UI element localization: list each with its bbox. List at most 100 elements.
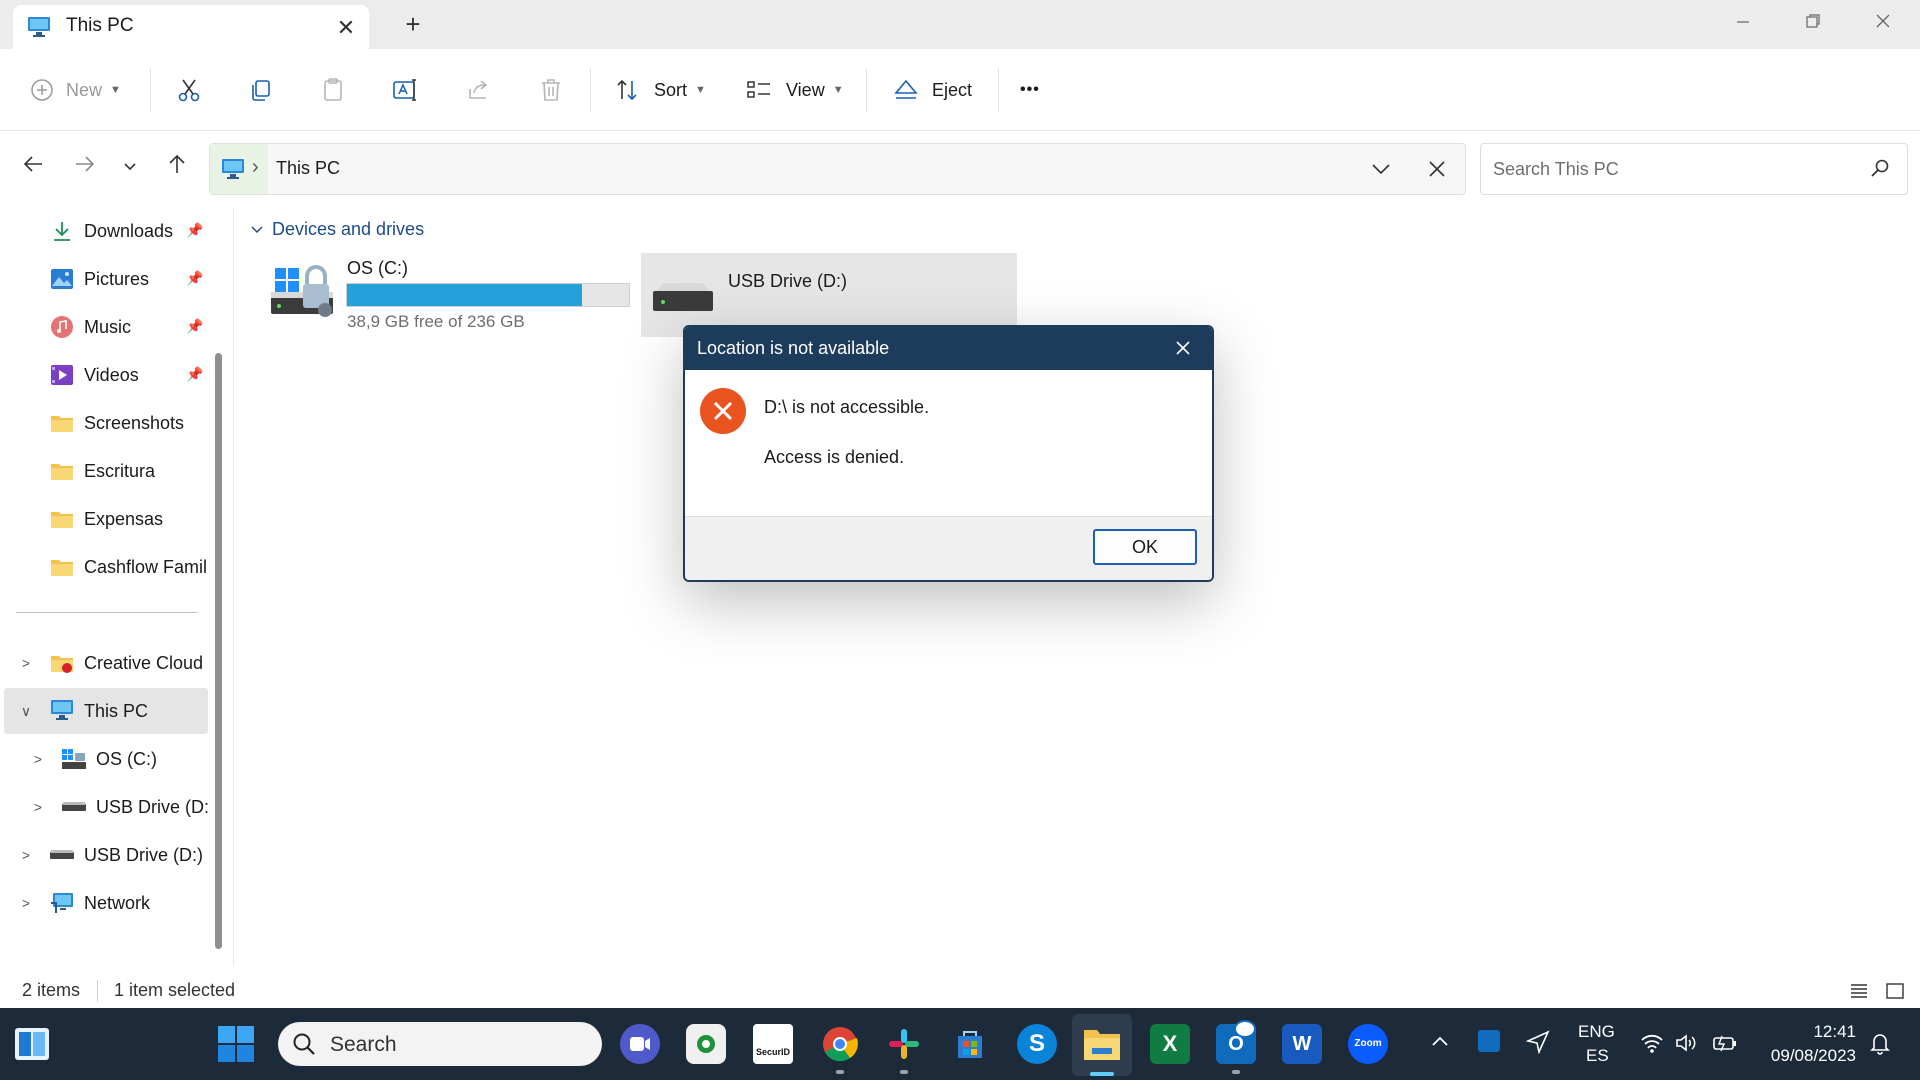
- chevron-down-icon: ▼: [110, 84, 121, 96]
- pin-icon[interactable]: 📌: [186, 222, 203, 239]
- chevron-right-icon[interactable]: >: [30, 799, 46, 815]
- battery-icon[interactable]: [1712, 1032, 1738, 1059]
- sidebar-item-pictures[interactable]: Pictures 📌: [0, 256, 208, 302]
- view-button[interactable]: View ▼: [746, 49, 844, 131]
- start-button[interactable]: [218, 1026, 254, 1067]
- new-button[interactable]: New ▼: [30, 49, 121, 131]
- camera-app-icon[interactable]: [686, 1024, 726, 1064]
- ok-button[interactable]: OK: [1093, 529, 1197, 565]
- up-button[interactable]: [157, 148, 197, 188]
- sidebar-item-this-pc[interactable]: ∨ This PC: [4, 688, 208, 734]
- delete-button[interactable]: [538, 49, 564, 131]
- sidebar-item-downloads[interactable]: Downloads 📌: [0, 208, 208, 254]
- title-bar: This PC ✕ +: [0, 0, 1920, 49]
- sidebar-item-screenshots[interactable]: Screenshots: [0, 400, 208, 446]
- eject-label: Eject: [932, 79, 973, 100]
- sidebar-item-videos[interactable]: Videos 📌: [0, 352, 208, 398]
- cut-button[interactable]: [176, 49, 202, 131]
- wifi-icon[interactable]: [1640, 1032, 1664, 1059]
- search-box[interactable]: [1480, 143, 1908, 195]
- devices-and-drives-header[interactable]: Devices and drives: [250, 219, 424, 240]
- search-input[interactable]: [1491, 154, 1851, 184]
- address-bar[interactable]: › This PC: [209, 143, 1466, 195]
- chevron-right-icon[interactable]: >: [18, 895, 34, 911]
- pin-icon[interactable]: 📌: [186, 366, 203, 383]
- windows-logo-icon: [218, 1026, 254, 1062]
- pane-divider[interactable]: [233, 208, 234, 966]
- network-icon: [50, 891, 74, 915]
- chevron-right-icon[interactable]: >: [30, 751, 46, 767]
- breadcrumb-this-pc[interactable]: This PC: [276, 158, 340, 179]
- sidebar-item-os-c[interactable]: > OS (C:): [0, 736, 208, 782]
- sidebar-item-usb-drive-d[interactable]: > USB Drive (D:): [0, 832, 208, 878]
- eject-button[interactable]: Eject: [892, 49, 972, 131]
- sidebar-item-label: USB Drive (D:): [96, 796, 208, 817]
- pin-icon[interactable]: 📌: [186, 318, 203, 335]
- drive-os-c[interactable]: OS (C:) 38,9 GB free of 236 GB: [265, 252, 637, 336]
- navigation-scrollbar[interactable]: [215, 353, 222, 949]
- sidebar-item-music[interactable]: Music 📌: [0, 304, 208, 350]
- outlook-tray-icon[interactable]: [1478, 1030, 1500, 1052]
- sort-button[interactable]: Sort ▼: [614, 49, 706, 131]
- minimize-button[interactable]: [1708, 0, 1778, 44]
- notifications-icon[interactable]: [1868, 1030, 1892, 1061]
- skype-icon[interactable]: S: [1017, 1024, 1057, 1064]
- sidebar-item-network[interactable]: > Network: [0, 880, 208, 926]
- clear-address-button[interactable]: [1426, 158, 1448, 185]
- recent-locations-button[interactable]: [110, 148, 150, 188]
- taskbar-search[interactable]: Search: [278, 1022, 602, 1066]
- forward-button[interactable]: [65, 148, 105, 188]
- clock-time[interactable]: 12:41: [1756, 1022, 1856, 1042]
- drive-free-space: 38,9 GB free of 236 GB: [347, 312, 525, 331]
- clock-date[interactable]: 09/08/2023: [1756, 1046, 1856, 1066]
- music-icon: [50, 315, 74, 339]
- pin-icon[interactable]: 📌: [186, 270, 203, 287]
- more-options-button[interactable]: •••: [1020, 49, 1040, 131]
- close-window-button[interactable]: [1848, 0, 1918, 44]
- widgets-icon[interactable]: [14, 1027, 50, 1066]
- pictures-icon: [50, 267, 74, 291]
- securid-icon[interactable]: SecurID: [753, 1024, 793, 1064]
- search-icon[interactable]: [1869, 158, 1891, 185]
- paste-button[interactable]: [320, 49, 346, 131]
- store-icon[interactable]: [950, 1024, 990, 1064]
- keyboard-layout[interactable]: ES: [1586, 1046, 1609, 1066]
- dialog-title-bar[interactable]: Location is not available: [685, 327, 1212, 370]
- tab-close-button[interactable]: ✕: [329, 11, 363, 45]
- teams-icon[interactable]: [620, 1024, 660, 1064]
- volume-icon[interactable]: [1674, 1032, 1698, 1059]
- new-tab-button[interactable]: +: [396, 6, 430, 44]
- address-history-button[interactable]: [1370, 158, 1392, 185]
- tiles-view-button[interactable]: [1885, 981, 1905, 1006]
- file-explorer-taskbar-button[interactable]: [1072, 1014, 1132, 1076]
- restore-button[interactable]: [1778, 0, 1848, 44]
- sidebar-item-escritura[interactable]: Escritura: [0, 448, 208, 494]
- share-button[interactable]: [466, 49, 492, 131]
- rename-button[interactable]: [392, 49, 420, 131]
- sidebar-item-cashflow-familia[interactable]: Cashflow Familia: [0, 544, 208, 590]
- slack-icon[interactable]: [884, 1024, 924, 1064]
- copy-button[interactable]: [248, 49, 274, 131]
- word-icon[interactable]: W: [1282, 1024, 1322, 1064]
- chevron-down-icon[interactable]: ∨: [18, 703, 34, 720]
- show-hidden-icons-button[interactable]: [1430, 1032, 1450, 1057]
- address-location-icon-area[interactable]: ›: [210, 144, 268, 194]
- drive-usage-fill: [347, 284, 583, 306]
- chevron-right-icon[interactable]: >: [18, 655, 34, 671]
- zoom-icon[interactable]: Zoom: [1348, 1024, 1388, 1064]
- sidebar-item-usb-drive-d-nested[interactable]: > USB Drive (D:): [0, 784, 208, 830]
- location-icon[interactable]: [1525, 1030, 1550, 1059]
- dialog-message: D:\ is not accessible.: [764, 397, 930, 417]
- chrome-icon[interactable]: [820, 1024, 860, 1064]
- minimize-icon: [1737, 21, 1749, 23]
- tab-this-pc[interactable]: This PC ✕: [13, 5, 369, 49]
- sidebar-item-creative-cloud[interactable]: > Creative Cloud F: [0, 640, 208, 686]
- sidebar-item-expensas[interactable]: Expensas: [0, 496, 208, 542]
- input-language[interactable]: ENG: [1578, 1022, 1615, 1042]
- chevron-right-icon[interactable]: >: [18, 847, 34, 863]
- dialog-close-button[interactable]: [1165, 331, 1201, 367]
- back-button[interactable]: [13, 148, 53, 188]
- excel-icon[interactable]: X: [1150, 1024, 1190, 1064]
- scissors-icon: [178, 79, 200, 102]
- details-view-button[interactable]: [1849, 981, 1869, 1006]
